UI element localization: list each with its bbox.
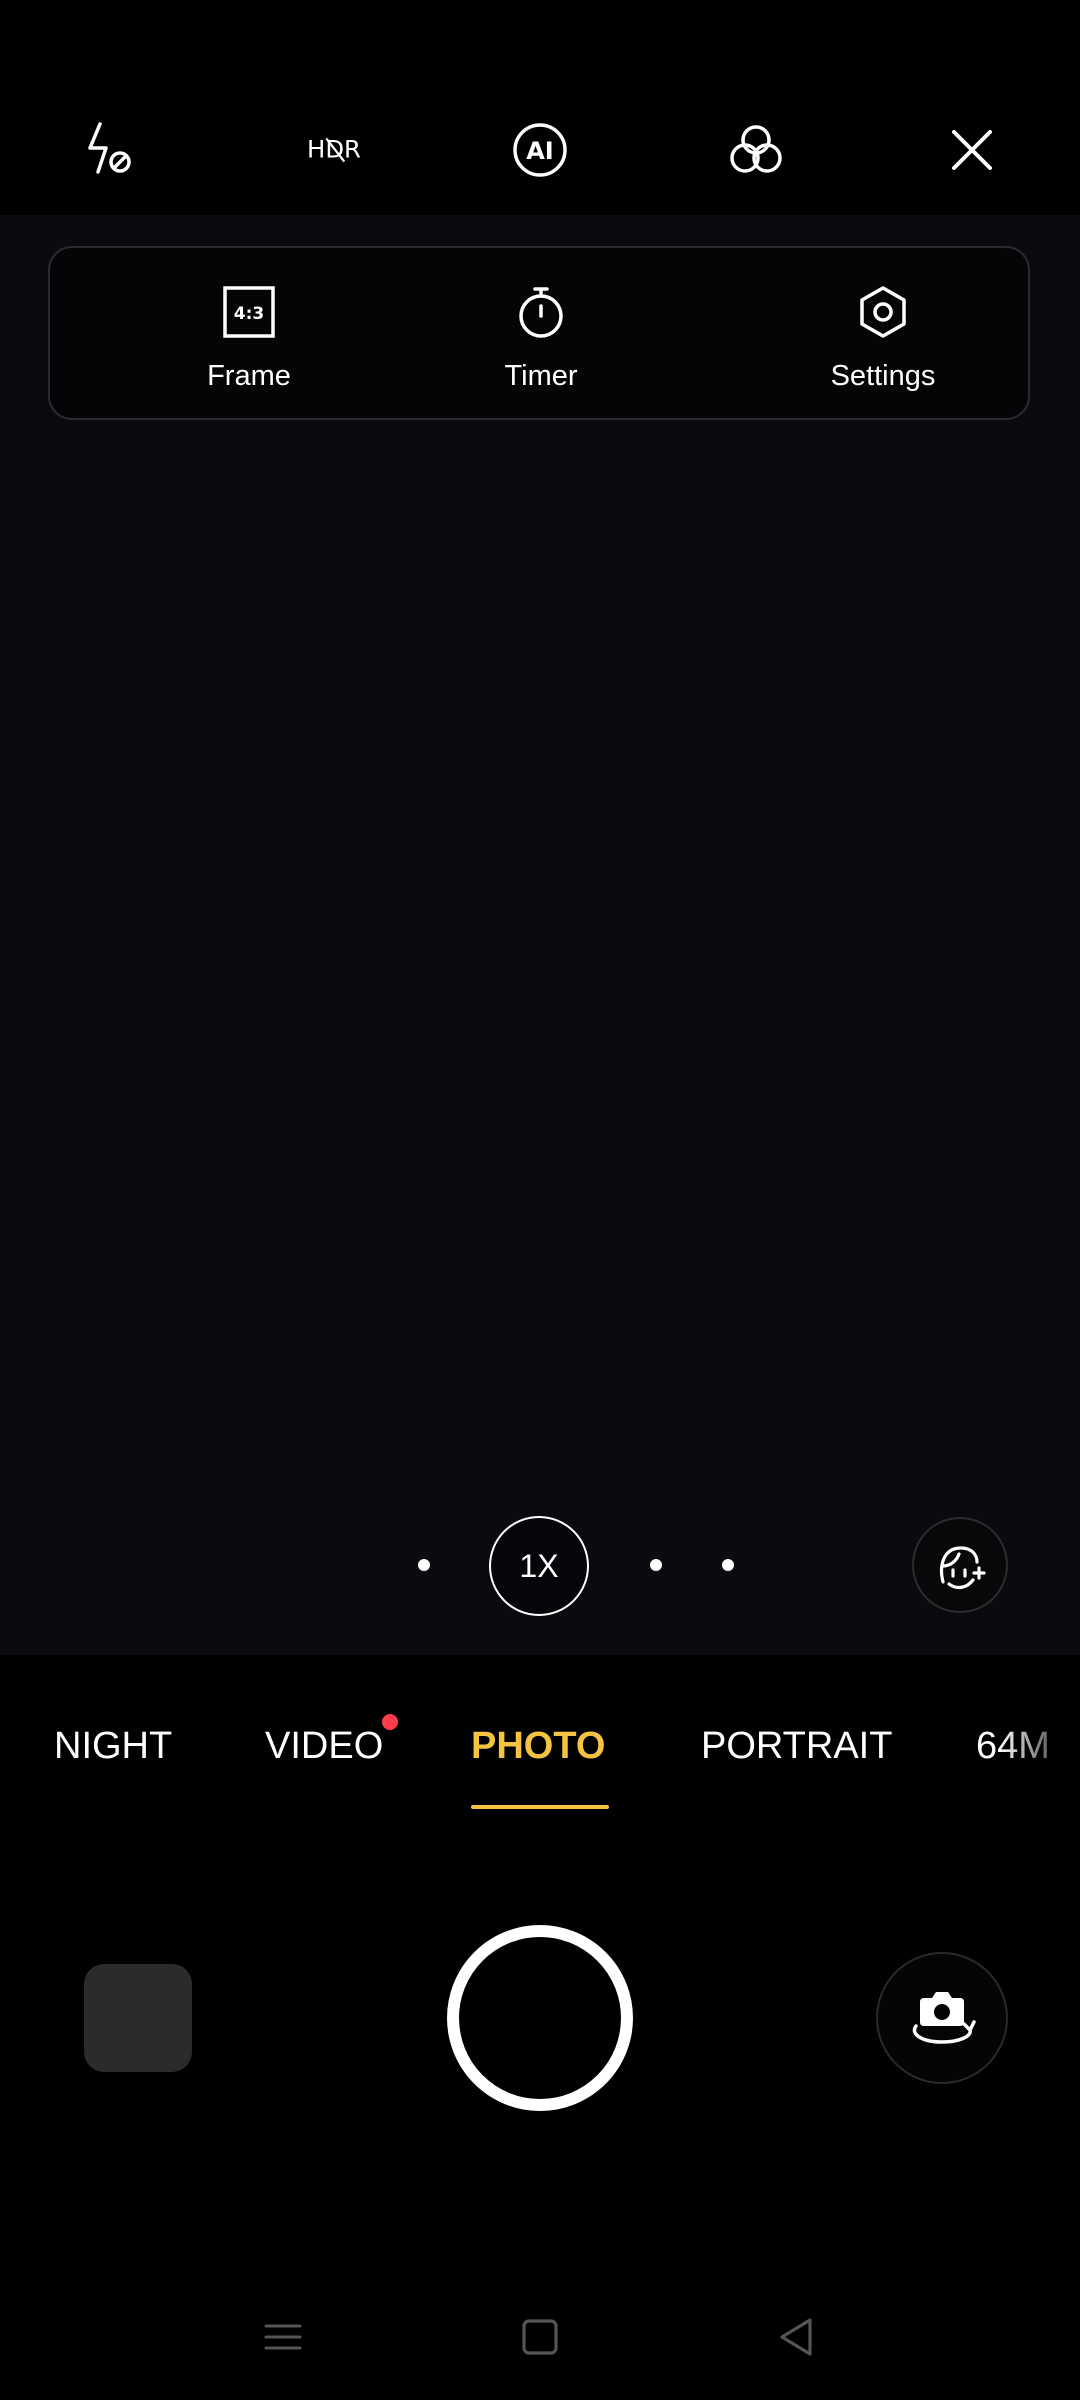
- mode-fade-edge: [1000, 1715, 1080, 1785]
- frame-button[interactable]: 4:3 Frame: [149, 248, 349, 422]
- hdr-off-icon[interactable]: HDR: [284, 110, 384, 190]
- zoom-level-dot[interactable]: [418, 1559, 430, 1571]
- settings-button[interactable]: Settings: [783, 248, 983, 422]
- timer-button[interactable]: Timer: [441, 248, 641, 422]
- settings-label: Settings: [830, 360, 936, 392]
- quick-settings-panel: 4:3 Frame Timer Settings: [48, 246, 1030, 420]
- settings-icon: [860, 286, 906, 338]
- ai-label: AI: [526, 137, 554, 165]
- aspect-ratio-icon: 4:3: [223, 286, 275, 338]
- gallery-thumbnail[interactable]: [84, 1964, 192, 2072]
- recents-icon[interactable]: [248, 2302, 318, 2372]
- flash-off-icon[interactable]: [68, 110, 148, 190]
- switch-camera-icon: [912, 1992, 976, 2044]
- top-toolbar: HDR AI: [0, 0, 1080, 215]
- timer-label: Timer: [504, 360, 578, 392]
- mode-photo[interactable]: PHOTO: [471, 1725, 605, 1768]
- close-icon[interactable]: [932, 110, 1012, 190]
- zoom-button[interactable]: 1X: [489, 1516, 589, 1616]
- back-icon[interactable]: [762, 2302, 832, 2372]
- camera-screen: HDR AI: [0, 0, 1080, 2400]
- zoom-level-dot[interactable]: [650, 1559, 662, 1571]
- viewfinder[interactable]: [0, 215, 1080, 1655]
- active-mode-indicator: [471, 1805, 609, 1809]
- home-icon[interactable]: [505, 2302, 575, 2372]
- ai-scene-icon[interactable]: AI: [500, 110, 580, 190]
- shutter-button[interactable]: [447, 1925, 633, 2111]
- frame-ratio-badge: 4:3: [234, 304, 264, 324]
- mode-night[interactable]: NIGHT: [54, 1725, 172, 1768]
- mode-video[interactable]: VIDEO: [265, 1725, 383, 1768]
- beauty-button[interactable]: [912, 1517, 1008, 1613]
- mode-portrait[interactable]: PORTRAIT: [701, 1725, 892, 1768]
- switch-camera-button[interactable]: [876, 1952, 1008, 2084]
- system-nav-bar: [0, 2280, 1080, 2400]
- mode-selector: NIGHT VIDEO PHOTO PORTRAIT 64M: [0, 1655, 1080, 1825]
- new-badge: [382, 1714, 398, 1730]
- filters-icon[interactable]: [716, 110, 796, 190]
- zoom-level-label: 1X: [519, 1547, 559, 1584]
- timer-icon: [519, 287, 563, 338]
- beauty-face-icon: [939, 1546, 986, 1590]
- frame-label: Frame: [207, 360, 291, 392]
- zoom-level-dot[interactable]: [722, 1559, 734, 1571]
